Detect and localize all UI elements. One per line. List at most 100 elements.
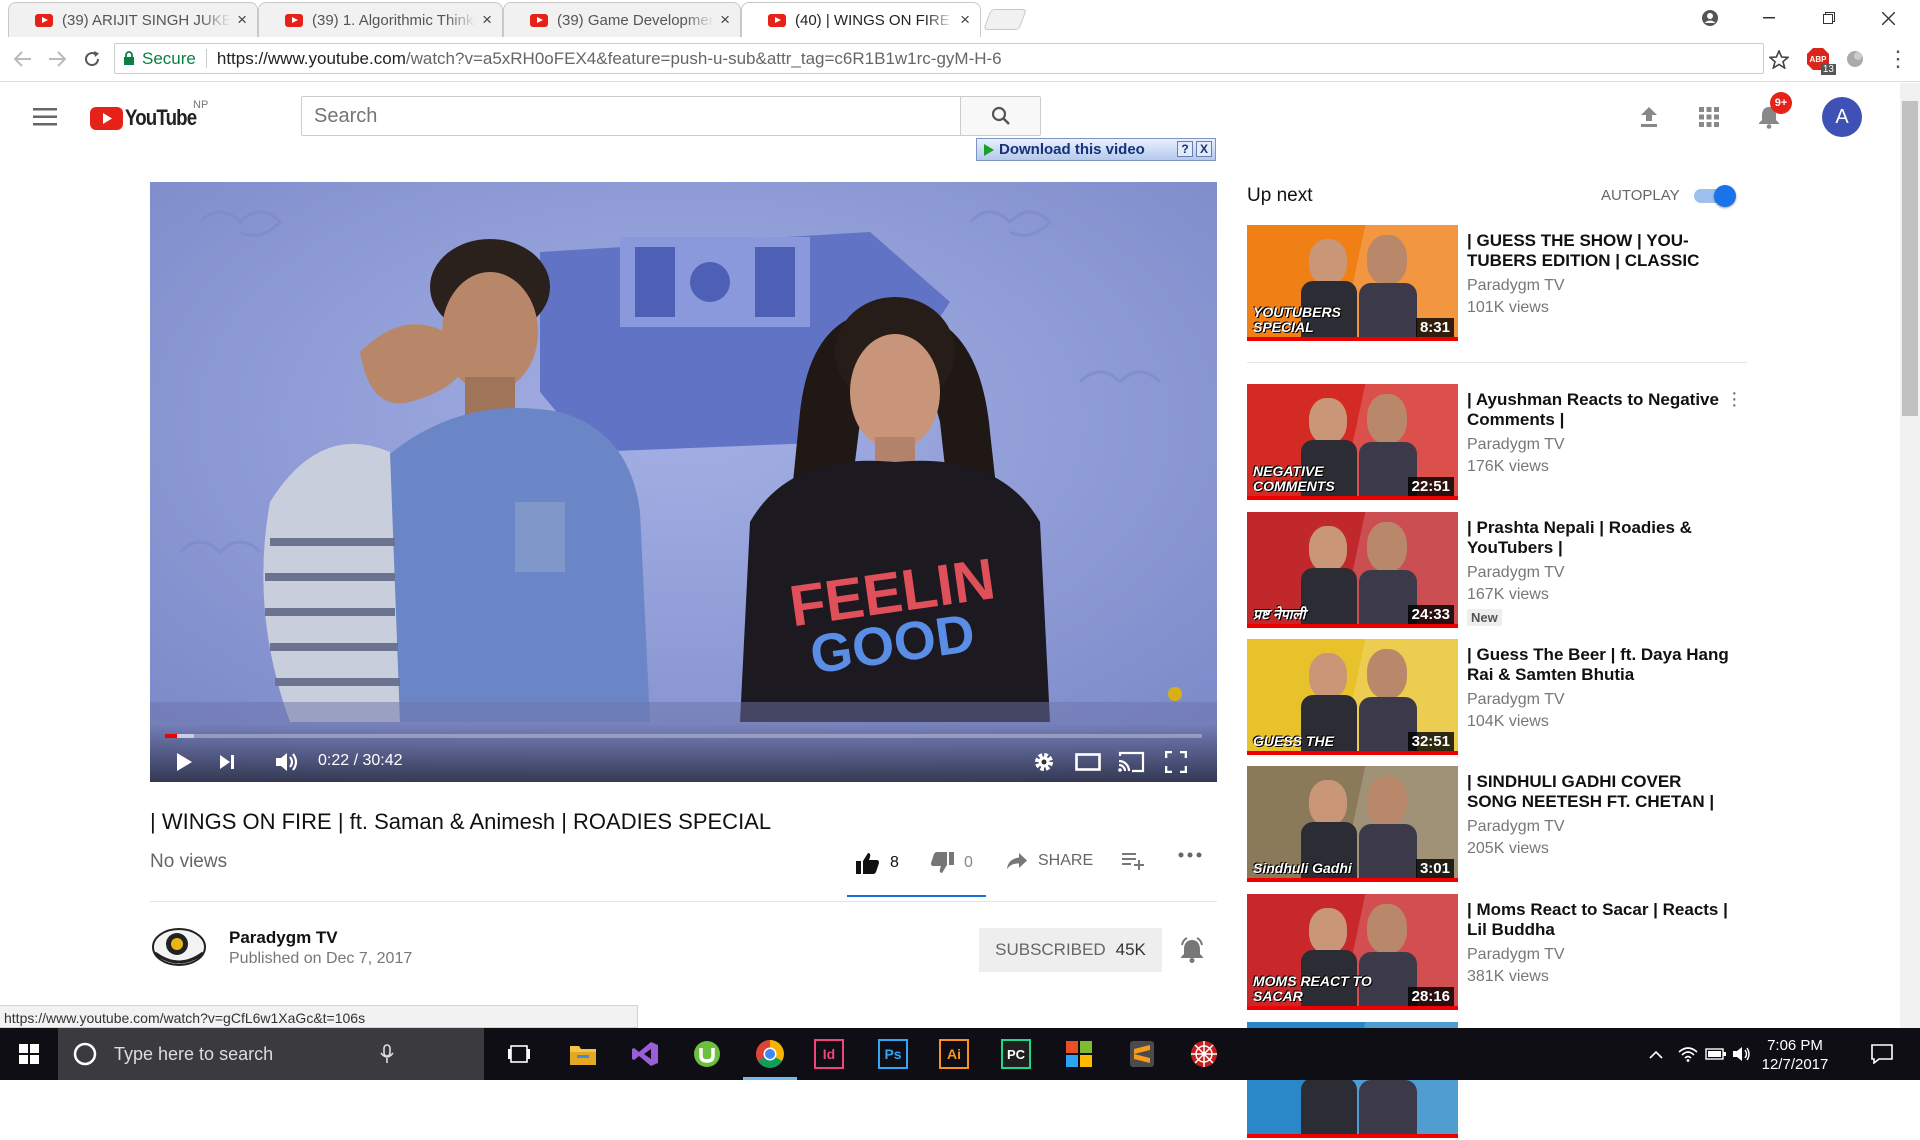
video-thumbnail[interactable]: GUESS THE 32:51	[1247, 639, 1458, 755]
download-video-bar[interactable]: Download this video ? X	[976, 138, 1216, 161]
up-next-item[interactable]: YOUTUBERS SPECIAL 8:31 | GUESS THE SHOW | …	[1247, 225, 1747, 343]
photoshop-icon[interactable]: Ps	[878, 1039, 908, 1069]
reload-button[interactable]	[78, 45, 106, 73]
task-view-icon[interactable]	[502, 1037, 536, 1071]
share-button[interactable]: SHARE	[1006, 852, 1093, 870]
up-next-title[interactable]: | Ayushman Reacts to Negative Comments |	[1467, 390, 1729, 430]
browser-tab[interactable]: (39) Game Development ×	[503, 2, 741, 37]
youtube-logo[interactable]: YouTube NP	[90, 99, 209, 131]
up-next-title[interactable]: | SINDHULI GADHI COVER SONG NEETESH FT. …	[1467, 772, 1729, 812]
more-actions-button[interactable]	[1178, 852, 1202, 858]
browser-tab-active[interactable]: (40) | WINGS ON FIRE | ft. ×	[741, 2, 981, 37]
search-button[interactable]	[960, 97, 1040, 135]
account-avatar[interactable]: A	[1822, 97, 1862, 137]
channel-notification-bell-icon[interactable]	[1178, 936, 1206, 964]
minimize-button[interactable]	[1745, 0, 1793, 36]
back-button[interactable]	[9, 45, 37, 73]
microphone-icon[interactable]	[380, 1044, 394, 1064]
close-tab-icon[interactable]: ×	[720, 10, 730, 30]
download-help-button[interactable]: ?	[1177, 141, 1193, 157]
up-next-item[interactable]: प्रष्ट नेपाली 24:33 | Prashta Nepali | Roa…	[1247, 512, 1747, 630]
file-explorer-icon[interactable]	[566, 1037, 600, 1071]
new-tab-button[interactable]	[983, 9, 1027, 30]
close-tab-icon[interactable]: ×	[960, 10, 970, 30]
forward-button[interactable]	[43, 45, 71, 73]
autoplay-toggle[interactable]	[1694, 185, 1736, 207]
spider-app-icon[interactable]	[1187, 1037, 1221, 1071]
dislike-button[interactable]: 0	[930, 852, 973, 874]
battery-icon[interactable]	[1704, 1037, 1728, 1071]
close-window-button[interactable]	[1864, 0, 1912, 36]
action-center-icon[interactable]	[1865, 1037, 1899, 1071]
up-next-item[interactable]: NEGATIVE COMMENTS 22:51 | Ayushman Reacts …	[1247, 383, 1747, 502]
theater-mode-button[interactable]	[1072, 748, 1104, 776]
add-to-playlist-button[interactable]	[1122, 852, 1146, 870]
video-thumbnail[interactable]: प्रष्ट नेपाली 24:33	[1247, 512, 1458, 628]
up-next-item[interactable]: GUESS THE 32:51 | Guess The Beer | ft. Day…	[1247, 639, 1747, 757]
up-next-channel[interactable]: Paradygm TV	[1467, 946, 1565, 964]
bookmark-star-icon[interactable]	[1765, 45, 1793, 73]
restore-button[interactable]	[1805, 0, 1853, 36]
secure-indicator[interactable]: Secure	[115, 49, 207, 68]
notifications-bell-icon[interactable]: 9+	[1753, 92, 1792, 133]
up-next-title[interactable]: | GUESS THE SHOW | YOU-TUBERS EDITION | …	[1467, 231, 1729, 271]
adblock-extension-icon[interactable]: ABP 13	[1804, 45, 1836, 75]
close-tab-icon[interactable]: ×	[482, 10, 492, 30]
play-button[interactable]	[168, 748, 200, 776]
sublime-text-icon[interactable]	[1125, 1037, 1159, 1071]
windows-start-icon[interactable]	[12, 1037, 46, 1071]
system-clock[interactable]: 7:06 PM 12/7/2017	[1760, 1036, 1830, 1074]
cast-button[interactable]	[1115, 748, 1147, 776]
chrome-icon[interactable]	[743, 1037, 797, 1080]
search-input[interactable]	[302, 97, 960, 135]
volume-button[interactable]	[272, 748, 304, 776]
next-button[interactable]	[211, 748, 243, 776]
illustrator-icon[interactable]: Ai	[939, 1039, 969, 1069]
speaker-icon[interactable]	[1730, 1037, 1754, 1071]
close-tab-icon[interactable]: ×	[237, 10, 247, 30]
video-thumbnail[interactable]: NEGATIVE COMMENTS 22:51	[1247, 384, 1458, 500]
visual-studio-icon[interactable]	[628, 1037, 662, 1071]
subscribed-button[interactable]: SUBSCRIBED 45K	[979, 928, 1162, 972]
up-next-title[interactable]: | Prashta Nepali | Roadies & YouTubers |	[1467, 518, 1729, 558]
up-next-channel[interactable]: Paradygm TV	[1467, 277, 1565, 295]
browser-menu-icon[interactable]: ⋮	[1884, 45, 1912, 73]
scrollbar-thumb[interactable]	[1902, 101, 1918, 416]
up-next-channel[interactable]: Paradygm TV	[1467, 691, 1565, 709]
indesign-icon[interactable]: Id	[814, 1039, 844, 1069]
up-next-channel[interactable]: Paradygm TV	[1467, 564, 1565, 582]
address-bar[interactable]: Secure https://www.youtube.com/watch?v=a…	[114, 43, 1764, 74]
fullscreen-button[interactable]	[1160, 748, 1192, 776]
up-next-item[interactable]: MOMS REACT TO SACAR 28:16 | Moms React to …	[1247, 894, 1747, 1012]
video-thumbnail[interactable]: MOMS REACT TO SACAR 28:16	[1247, 894, 1458, 1010]
taskbar-search-box[interactable]: Type here to search	[58, 1028, 484, 1080]
pycharm-icon[interactable]: PC	[1001, 1039, 1031, 1069]
video-player[interactable]: FEELIN GOOD 0:22 / 30:42	[150, 182, 1217, 782]
up-next-channel[interactable]: Paradygm TV	[1467, 818, 1565, 836]
up-next-item[interactable]: Sindhuli Gadhi 3:01 | SINDHULI GADHI COVER…	[1247, 766, 1747, 884]
video-thumbnail[interactable]: Sindhuli Gadhi 3:01	[1247, 766, 1458, 882]
channel-name[interactable]: Paradygm TV	[229, 928, 338, 948]
video-thumbnail[interactable]: YOUTUBERS SPECIAL 8:31	[1247, 225, 1458, 341]
upload-icon[interactable]	[1633, 101, 1665, 133]
browser-tab[interactable]: (39) ARIJIT SINGH JUKEBOX ×	[8, 2, 258, 37]
apps-grid-icon[interactable]	[1693, 101, 1725, 133]
more-vertical-icon[interactable]: · · ·	[1731, 383, 1738, 415]
extension-icon[interactable]	[1841, 45, 1869, 73]
search-box[interactable]	[301, 96, 1041, 136]
show-hidden-icons-chevron-icon[interactable]	[1646, 1037, 1666, 1071]
browser-tab[interactable]: (39) 1. Algorithmic Thinking ×	[258, 2, 503, 37]
like-button[interactable]: 8	[856, 852, 899, 874]
progress-bar[interactable]	[165, 734, 1202, 738]
up-next-channel[interactable]: Paradygm TV	[1467, 436, 1565, 454]
guide-menu-icon[interactable]	[33, 108, 57, 126]
profile-icon[interactable]	[1686, 0, 1734, 36]
download-close-button[interactable]: X	[1196, 141, 1212, 157]
settings-button[interactable]	[1028, 748, 1060, 776]
page-scrollbar[interactable]	[1900, 83, 1920, 1028]
up-next-title[interactable]: | Guess The Beer | ft. Daya Hang Rai & S…	[1467, 645, 1729, 685]
windows-store-icon[interactable]	[1062, 1037, 1096, 1071]
up-next-title[interactable]: | Moms React to Sacar | Reacts | Lil Bud…	[1467, 900, 1729, 940]
wifi-icon[interactable]	[1676, 1037, 1700, 1071]
utorrent-icon[interactable]	[690, 1037, 724, 1071]
